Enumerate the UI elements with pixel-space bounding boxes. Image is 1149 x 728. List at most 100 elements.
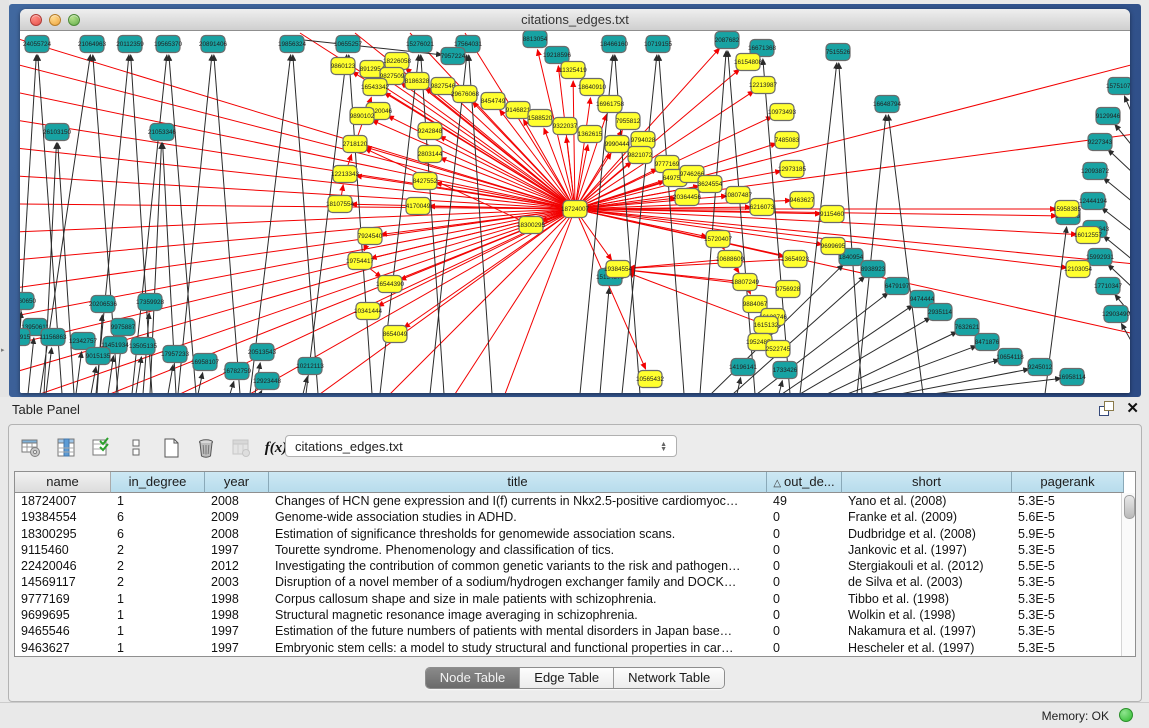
graph-node[interactable]: 10688609 xyxy=(716,251,745,268)
cell[interactable]: 9463627 xyxy=(15,640,111,656)
cell[interactable]: 5.9E-5 xyxy=(1012,526,1124,542)
graph-node[interactable]: 6216073 xyxy=(750,199,775,216)
west-panel-collapse-handle[interactable]: ▸ xyxy=(1,346,5,354)
graph-node[interactable]: 3915915 xyxy=(20,329,31,346)
cell[interactable]: 2012 xyxy=(205,558,269,574)
graph-node[interactable]: 12444194 xyxy=(1079,193,1108,210)
cell[interactable]: Tibbo et al. (1998) xyxy=(842,591,1012,607)
graph-node[interactable]: 26103150 xyxy=(43,124,72,141)
graph-node[interactable]: 8186328 xyxy=(405,73,430,90)
graph-node[interactable]: 8938923 xyxy=(861,261,886,278)
graph-node[interactable]: 1362615 xyxy=(578,126,603,143)
graph-node[interactable]: 16543342 xyxy=(361,79,390,96)
graph-node[interactable]: 12103054 xyxy=(1064,261,1093,278)
graph-node[interactable]: 18807249 xyxy=(731,274,760,291)
graph-node[interactable]: 7955812 xyxy=(616,113,641,130)
graph-node[interactable]: 10655257 xyxy=(334,36,363,53)
cell[interactable]: Estimation of significance thresholds fo… xyxy=(269,526,767,542)
graph-node[interactable]: 16782759 xyxy=(223,363,252,380)
cell[interactable]: 2008 xyxy=(205,526,269,542)
cell[interactable]: Corpus callosum shape and size in male p… xyxy=(269,591,767,607)
graph-node[interactable]: 9975887 xyxy=(111,319,136,336)
cell[interactable]: 2003 xyxy=(205,574,269,590)
cell[interactable]: Genome-wide association studies in ADHD. xyxy=(269,509,767,525)
memory-status-indicator[interactable] xyxy=(1119,708,1133,722)
graph-node[interactable]: 4170049 xyxy=(406,198,431,215)
graph-node[interactable]: 10565432 xyxy=(636,371,665,388)
cell[interactable]: 1998 xyxy=(205,607,269,623)
graph-node[interactable]: 16958114 xyxy=(1058,369,1086,386)
cell[interactable]: 0 xyxy=(767,558,842,574)
graph-node[interactable]: 7515526 xyxy=(826,44,851,61)
cell[interactable]: 9777169 xyxy=(15,591,111,607)
cell[interactable]: Tourette syndrome. Phenomenology and cla… xyxy=(269,542,767,558)
cell[interactable]: 0 xyxy=(767,607,842,623)
cell[interactable]: Structural magnetic resonance image aver… xyxy=(269,607,767,623)
cell[interactable]: 0 xyxy=(767,542,842,558)
cell[interactable]: 1998 xyxy=(205,591,269,607)
cell[interactable]: 1997 xyxy=(205,623,269,639)
rows-icon[interactable] xyxy=(124,436,148,460)
graph-node[interactable]: 16958107 xyxy=(191,354,220,371)
graph-node[interactable]: 12903490 xyxy=(1102,306,1130,323)
cell[interactable]: 2009 xyxy=(205,509,269,525)
graph-node[interactable]: 2522745 xyxy=(766,341,791,358)
graph-node[interactable]: 29676068 xyxy=(451,86,480,103)
graph-node[interactable]: 9860123 xyxy=(331,58,356,75)
cell[interactable]: 0 xyxy=(767,591,842,607)
float-panel-icon[interactable] xyxy=(1099,401,1114,416)
network-window-titlebar[interactable]: citations_edges.txt xyxy=(20,9,1130,31)
graph-node[interactable]: 13505135 xyxy=(129,338,158,355)
graph-node[interactable]: 8454749 xyxy=(481,93,506,110)
graph-node[interactable]: 25160650 xyxy=(20,293,36,310)
graph-node[interactable]: 9821072 xyxy=(628,147,653,164)
graph-node[interactable]: 15958385 xyxy=(1053,201,1082,218)
graph-node[interactable]: 19754417 xyxy=(346,253,375,270)
cell[interactable]: 6 xyxy=(111,509,205,525)
graph-node[interactable]: 10807487 xyxy=(724,187,753,204)
graph-node[interactable]: 16012557 xyxy=(1074,227,1103,244)
graph-node[interactable]: 8471876 xyxy=(975,334,1000,351)
cell[interactable]: 1 xyxy=(111,607,205,623)
cell[interactable]: 5.5E-5 xyxy=(1012,558,1124,574)
column-header-out_de[interactable]: △out_de... xyxy=(767,472,842,493)
cell[interactable]: 0 xyxy=(767,640,842,656)
graph-node[interactable]: 2935114 xyxy=(928,304,953,321)
cell[interactable]: 18724007 xyxy=(15,493,111,509)
cell[interactable]: 9465546 xyxy=(15,623,111,639)
graph-node[interactable]: 9242848 xyxy=(418,123,443,140)
graph-node[interactable]: 18466160 xyxy=(600,36,629,53)
table-selector-dropdown[interactable]: citations_edges.txt ▲▼ xyxy=(285,435,677,457)
new-document-icon[interactable] xyxy=(159,436,183,460)
graph-node[interactable]: 12973185 xyxy=(778,161,807,178)
cell[interactable]: 5.3E-5 xyxy=(1012,623,1124,639)
graph-node[interactable]: 15276021 xyxy=(406,36,435,53)
graph-node[interactable]: 3624554 xyxy=(698,176,723,193)
table-row[interactable]: 946362711997Embryonic stem cells: a mode… xyxy=(15,640,1135,656)
cell[interactable]: Franke et al. (2009) xyxy=(842,509,1012,525)
scrollbar-thumb[interactable] xyxy=(1124,495,1135,519)
cell[interactable]: 0 xyxy=(767,526,842,542)
cell[interactable]: 5.3E-5 xyxy=(1012,591,1124,607)
cell[interactable]: Disruption of a novel member of a sodium… xyxy=(269,574,767,590)
graph-node[interactable]: 17710347 xyxy=(1094,278,1123,295)
graph-node[interactable]: 9245012 xyxy=(1028,359,1053,376)
graph-node[interactable]: 18300295 xyxy=(517,217,546,234)
graph-node[interactable]: 9890102 xyxy=(350,108,375,125)
graph-node[interactable]: 15992931 xyxy=(1086,249,1115,266)
cell[interactable]: de Silva et al. (2003) xyxy=(842,574,1012,590)
cell[interactable]: 1 xyxy=(111,493,205,509)
cell[interactable]: 1997 xyxy=(205,640,269,656)
graph-node[interactable]: 21064963 xyxy=(78,36,107,53)
cell[interactable]: 2 xyxy=(111,574,205,590)
cell[interactable]: 9115460 xyxy=(15,542,111,558)
graph-node[interactable]: 9990444 xyxy=(605,136,630,153)
cell[interactable]: Nakamura et al. (1997) xyxy=(842,623,1012,639)
graph-node[interactable]: 16961758 xyxy=(596,96,625,113)
tab-edge-table[interactable]: Edge Table xyxy=(520,668,614,688)
graph-node[interactable]: 7957224 xyxy=(441,48,466,65)
graph-node[interactable]: 7632621 xyxy=(955,319,980,336)
graph-node[interactable]: 12213343 xyxy=(331,166,360,183)
graph-node[interactable]: 19856324 xyxy=(278,36,307,53)
graph-node[interactable]: 15751074 xyxy=(1106,78,1130,95)
